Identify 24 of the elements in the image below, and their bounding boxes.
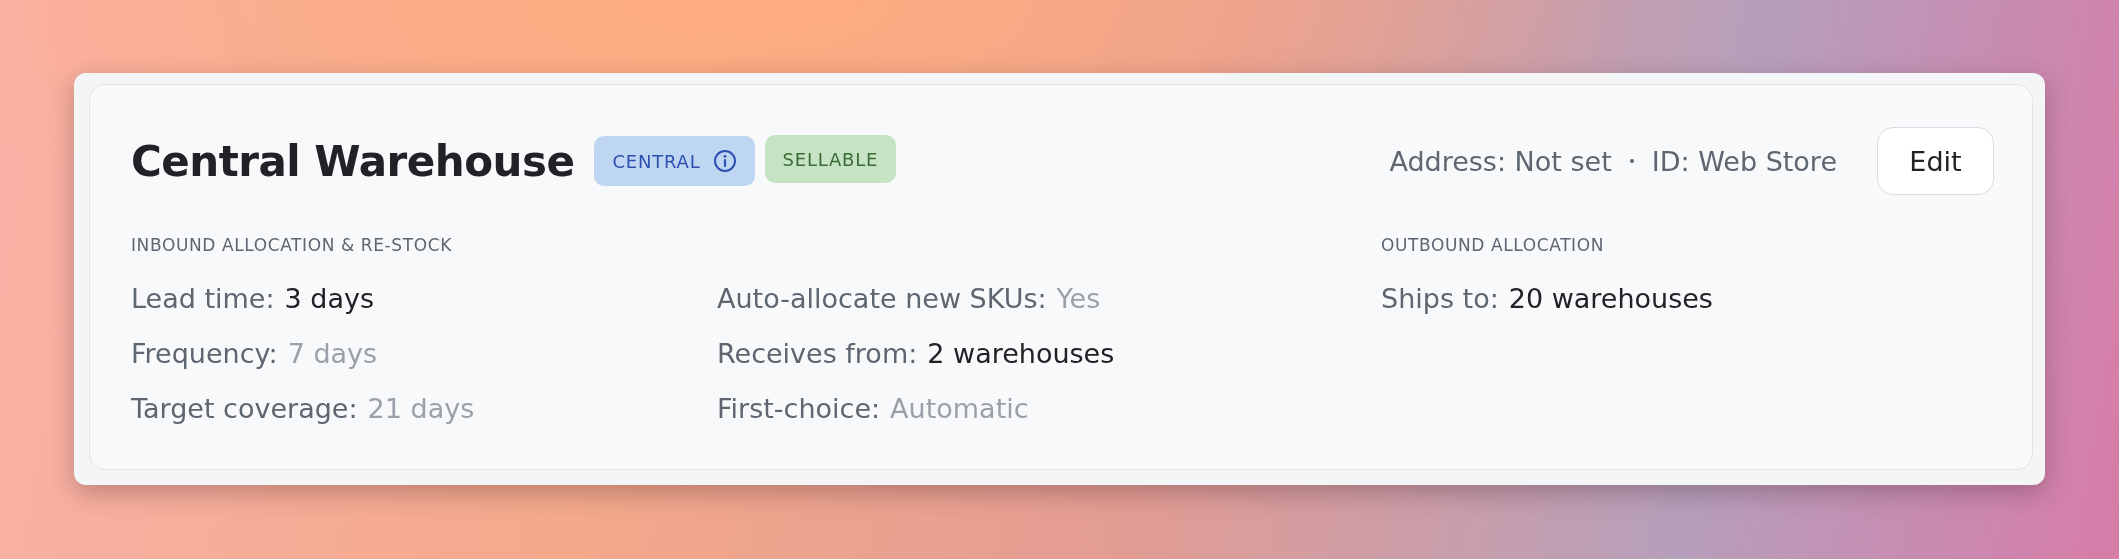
field-label: Frequency: [131, 338, 278, 369]
separator-dot [1629, 159, 1634, 163]
field-label: Receives from: [717, 338, 918, 369]
field-value: 21 days [367, 393, 475, 424]
status-badge: CENTRAL [594, 136, 755, 186]
info-icon[interactable] [712, 149, 737, 173]
warehouse-title: Central Warehouse [131, 136, 575, 186]
section-heading: INBOUND ALLOCATION & RE-STOCK [131, 234, 453, 257]
status-badge: SELLABLE [764, 135, 897, 183]
field-value: 20 warehouses [1508, 283, 1713, 314]
field-label: Target coverage: [131, 393, 358, 424]
field-value: 3 days [284, 283, 375, 314]
meta-text: Address: Not set [1389, 145, 1612, 177]
field-label: First-choice: [717, 393, 881, 424]
field-value: Yes [1056, 283, 1101, 314]
field-value: Automatic [890, 393, 1029, 424]
field-label: Ships to: [1381, 283, 1499, 314]
field-value: 7 days [287, 338, 378, 369]
field-value: 2 warehouses [927, 338, 1115, 369]
meta-text: ID: Web Store [1651, 145, 1837, 177]
edit-button[interactable]: Edit [1877, 127, 1994, 195]
field-label: Auto-allocate new SKUs: [717, 283, 1047, 314]
section-heading: OUTBOUND ALLOCATION [1381, 234, 1606, 257]
field-label: Lead time: [131, 283, 275, 314]
